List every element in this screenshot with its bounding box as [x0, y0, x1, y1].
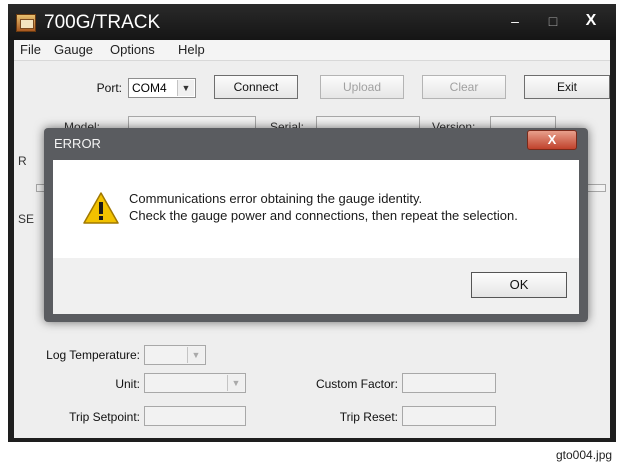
maximize-button[interactable]: □ — [542, 12, 564, 30]
port-select[interactable]: COM4 ▼ — [128, 78, 196, 98]
menu-file[interactable]: File — [20, 42, 41, 57]
upload-button[interactable]: Upload — [320, 75, 404, 99]
partial-label-se: SE — [18, 212, 35, 226]
menu-gauge[interactable]: Gauge — [54, 42, 93, 57]
chevron-down-icon[interactable]: ▼ — [187, 347, 204, 363]
custom-factor-label: Custom Factor: — [315, 377, 398, 391]
chevron-down-icon[interactable]: ▼ — [227, 375, 244, 391]
custom-factor-field[interactable] — [402, 373, 496, 393]
log-temperature-label: Log Temperature: — [46, 348, 140, 362]
trip-reset-label: Trip Reset: — [339, 410, 398, 424]
partial-label-r: R — [18, 154, 27, 168]
dialog-close-button[interactable]: X — [527, 130, 577, 150]
partial-progress-right — [586, 184, 606, 192]
menu-options[interactable]: Options — [110, 42, 155, 57]
close-button[interactable]: X — [580, 12, 602, 30]
ok-button[interactable]: OK — [471, 272, 567, 298]
app-icon — [16, 14, 36, 32]
menu-help[interactable]: Help — [178, 42, 205, 57]
dialog-message-area: Communications error obtaining the gauge… — [53, 160, 579, 258]
error-dialog: ERROR X Communications error obtaining t… — [44, 128, 588, 322]
unit-select[interactable]: ▼ — [144, 373, 246, 393]
port-value: COM4 — [132, 81, 167, 95]
trip-setpoint-field[interactable] — [144, 406, 246, 426]
chevron-down-icon[interactable]: ▼ — [177, 80, 194, 96]
title-bar[interactable]: 700G/TRACK ‒ □ X — [8, 4, 616, 40]
port-label: Port: — [96, 81, 122, 95]
exit-button[interactable]: Exit — [524, 75, 610, 99]
image-caption: gto004.jpg — [556, 448, 613, 462]
window-title: 700G/TRACK — [44, 12, 161, 33]
warning-icon — [83, 192, 119, 224]
minimize-button[interactable]: ‒ — [504, 12, 526, 30]
dialog-message-line1: Communications error obtaining the gauge… — [129, 191, 423, 206]
clear-button[interactable]: Clear — [422, 75, 506, 99]
log-temperature-select[interactable]: ▼ — [144, 345, 206, 365]
dialog-message-line2: Check the gauge power and connections, t… — [129, 208, 518, 223]
dialog-body: Communications error obtaining the gauge… — [53, 160, 579, 314]
menu-bar: File Gauge Options Help — [14, 40, 610, 61]
unit-label: Unit: — [115, 377, 140, 391]
trip-reset-field[interactable] — [402, 406, 496, 426]
dialog-title: ERROR — [54, 136, 101, 151]
connect-button[interactable]: Connect — [214, 75, 298, 99]
trip-setpoint-label: Trip Setpoint: — [69, 410, 140, 424]
